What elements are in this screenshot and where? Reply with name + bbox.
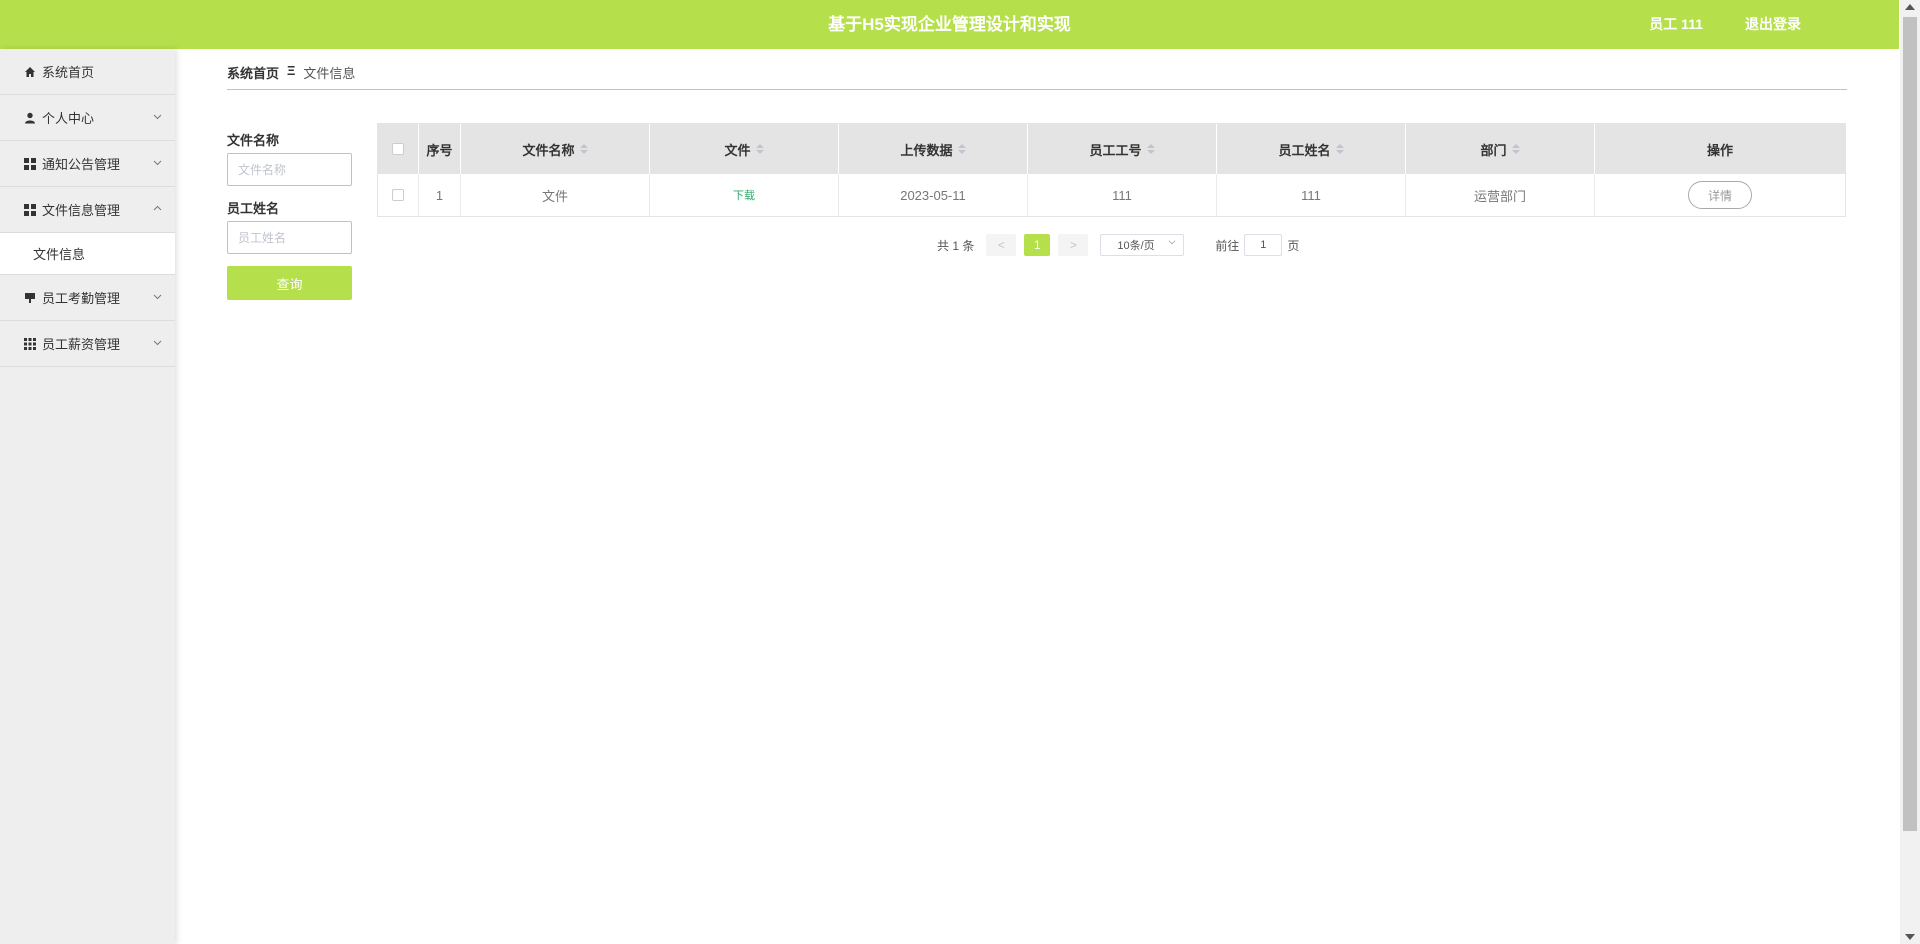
breadcrumb: 系统首页 Ξ 文件信息: [227, 63, 1847, 90]
goto-label: 前往: [1215, 238, 1240, 253]
grid-icon: [23, 157, 37, 171]
employee-name-label: 员工姓名: [227, 201, 280, 216]
breadcrumb-current: 文件信息: [303, 66, 356, 81]
column-header-label: 文件: [724, 142, 751, 158]
cell-file: 下载: [650, 174, 839, 216]
search-panel: 文件名称 员工姓名 查询: [227, 130, 352, 300]
grid-icon: [23, 203, 37, 217]
row-checkbox-cell: [378, 174, 419, 216]
file-table: 序号 文件名称 文件 上传数据 员工工号 员工姓名 部门 操作 1 文件 下载 …: [377, 123, 1846, 217]
cell-department: 运营部门: [1406, 174, 1595, 216]
user-icon: [23, 111, 37, 125]
logout-link[interactable]: 退出登录: [1745, 0, 1801, 49]
file-name-input[interactable]: [227, 153, 352, 186]
breadcrumb-separator: Ξ: [287, 63, 296, 78]
chevron-down-icon: [153, 158, 162, 170]
next-page-button[interactable]: >: [1058, 234, 1089, 256]
sort-icon[interactable]: [1335, 144, 1344, 154]
top-bar: 基于H5实现企业管理设计和实现 员工 111 退出登录: [0, 0, 1899, 49]
column-header-department[interactable]: 部门: [1406, 124, 1595, 174]
chevron-down-icon: [153, 338, 162, 350]
column-header-label: 上传数据: [900, 142, 953, 158]
sidebar-item-label: 通知公告管理: [42, 157, 121, 172]
sidebar-item-label: 系统首页: [42, 65, 95, 80]
column-header-employee-no[interactable]: 员工工号: [1028, 124, 1217, 174]
sidebar-item-label: 员工薪资管理: [42, 337, 121, 352]
cell-employee-no: 111: [1028, 174, 1217, 216]
vertical-scrollbar[interactable]: [1900, 0, 1920, 944]
page-size-select[interactable]: 10条/页: [1100, 234, 1185, 256]
cell-employee-name: 111: [1217, 174, 1406, 216]
column-header-actions: 操作: [1595, 124, 1845, 174]
sidebar-item-home[interactable]: 系统首页: [0, 49, 175, 95]
download-link[interactable]: 下载: [733, 187, 755, 203]
apps-icon: [23, 337, 37, 351]
goto-page-input[interactable]: [1244, 234, 1283, 256]
column-header-upload-date[interactable]: 上传数据: [839, 124, 1028, 174]
sidebar-item-notice-management[interactable]: 通知公告管理: [0, 141, 175, 187]
column-header-label: 操作: [1706, 142, 1733, 158]
sidebar-item-attendance-management[interactable]: 员工考勤管理: [0, 275, 175, 321]
sidebar-subitem-file-info[interactable]: 文件信息: [0, 233, 175, 275]
chevron-down-icon: [153, 112, 162, 124]
scroll-up-icon[interactable]: [1905, 4, 1915, 10]
sort-icon[interactable]: [1511, 144, 1520, 154]
app-title: 基于H5实现企业管理设计和实现: [828, 15, 1071, 34]
scroll-down-icon[interactable]: [1905, 934, 1915, 940]
sort-icon[interactable]: [755, 144, 764, 154]
sidebar-item-label: 员工考勤管理: [42, 291, 121, 306]
column-header-index: 序号: [419, 124, 461, 174]
column-header-file-name[interactable]: 文件名称: [461, 124, 650, 174]
query-button[interactable]: 查询: [227, 266, 352, 300]
sidebar: 系统首页 个人中心 通知公告管理 文件信息管理 文件信息 员工考勤管理 员工薪资…: [0, 49, 175, 944]
header-checkbox-cell: [378, 124, 419, 174]
column-header-label: 文件名称: [522, 142, 575, 158]
employee-name-input[interactable]: [227, 221, 352, 254]
prev-page-button[interactable]: <: [986, 234, 1017, 256]
select-all-checkbox[interactable]: [392, 143, 404, 155]
sidebar-item-file-management[interactable]: 文件信息管理: [0, 187, 175, 233]
sidebar-item-personal-center[interactable]: 个人中心: [0, 95, 175, 141]
cell-file-name: 文件: [461, 174, 650, 216]
chevron-up-icon: [153, 204, 162, 216]
file-name-label: 文件名称: [227, 133, 280, 148]
column-header-employee-name[interactable]: 员工姓名: [1217, 124, 1406, 174]
current-user: 员工 111: [1649, 16, 1703, 32]
column-header-label: 员工工号: [1089, 142, 1142, 158]
row-checkbox[interactable]: [392, 189, 404, 201]
pagination-total: 共 1 条: [937, 238, 975, 253]
sidebar-item-label: 个人中心: [42, 111, 95, 126]
cell-actions: 详情: [1595, 174, 1845, 216]
table-row: 1 文件 下载 2023-05-11 111 111 运营部门 详情: [378, 174, 1845, 216]
chevron-down-icon: [153, 292, 162, 304]
scrollbar-thumb[interactable]: [1903, 17, 1917, 831]
page-size-value: 10条/页: [1117, 240, 1155, 252]
pagination: 共 1 条 < 1 > 10条/页 前往 页: [937, 234, 1299, 256]
detail-button[interactable]: 详情: [1688, 181, 1752, 209]
sidebar-item-salary-management[interactable]: 员工薪资管理: [0, 321, 175, 367]
column-header-file[interactable]: 文件: [650, 124, 839, 174]
chevron-down-icon: [1168, 238, 1176, 249]
stamp-icon: [23, 291, 37, 305]
table-header: 序号 文件名称 文件 上传数据 员工工号 员工姓名 部门 操作: [378, 124, 1845, 174]
sidebar-item-label: 文件信息管理: [42, 203, 121, 218]
column-header-label: 员工姓名: [1278, 142, 1331, 158]
home-icon: [23, 65, 37, 79]
sort-icon[interactable]: [957, 144, 966, 154]
sort-icon[interactable]: [579, 144, 588, 154]
cell-index: 1: [419, 174, 461, 216]
cell-upload-date: 2023-05-11: [839, 174, 1028, 216]
breadcrumb-home[interactable]: 系统首页: [227, 63, 279, 82]
column-header-label: 部门: [1480, 142, 1507, 158]
column-header-label: 序号: [426, 142, 453, 158]
page-suffix: 页: [1287, 238, 1300, 253]
page-number-button[interactable]: 1: [1024, 234, 1051, 256]
sort-icon[interactable]: [1146, 144, 1155, 154]
